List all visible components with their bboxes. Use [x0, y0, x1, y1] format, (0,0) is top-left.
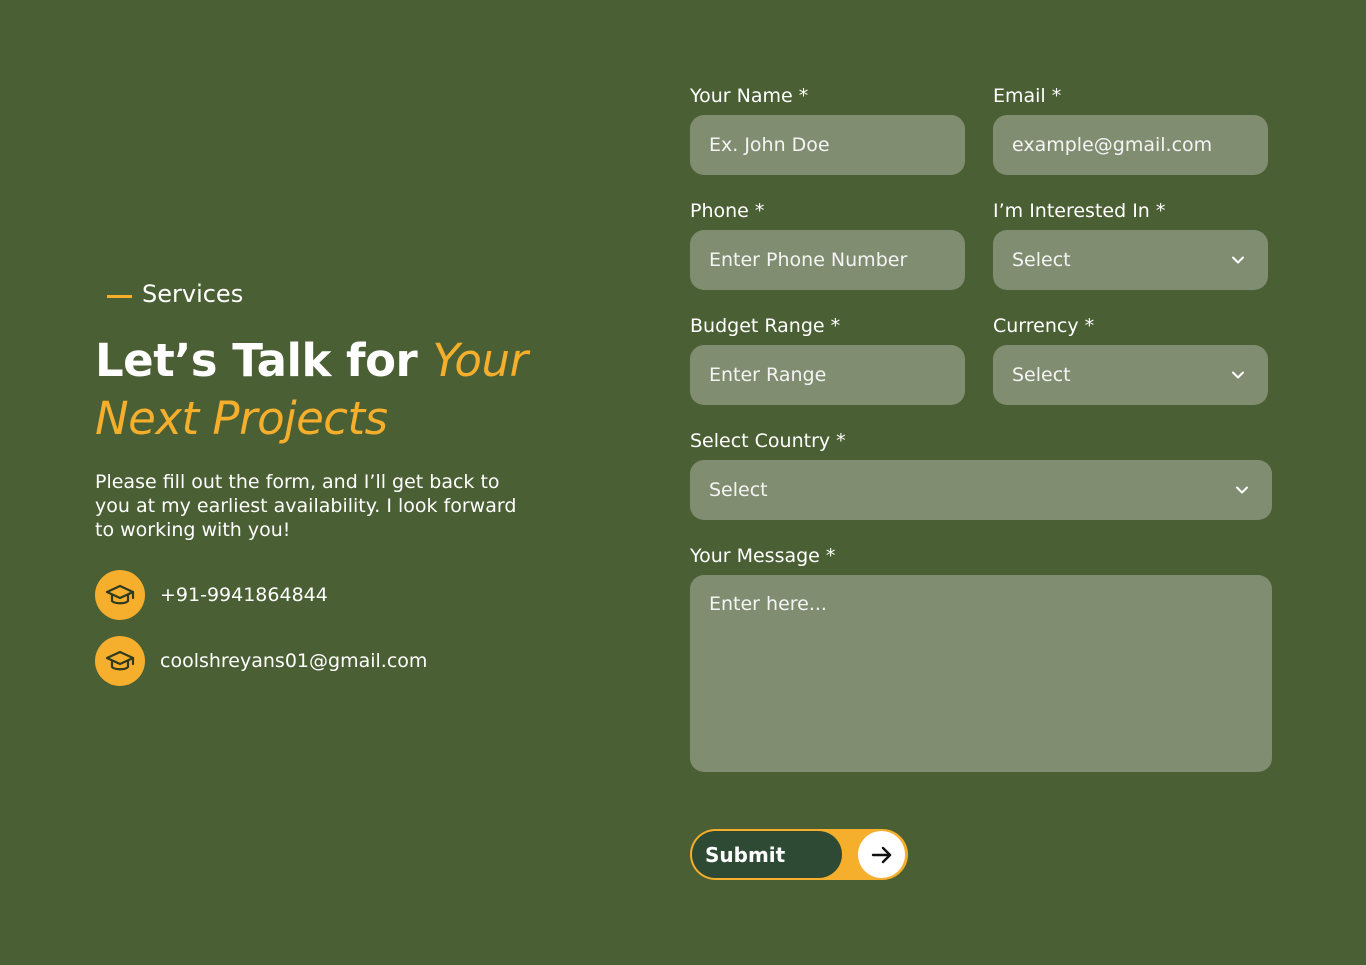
currency-label: Currency *	[993, 315, 1095, 337]
currency-value: Select	[1012, 364, 1071, 386]
eyebrow-dash	[107, 294, 132, 298]
phone-input[interactable]: Enter Phone Number	[690, 230, 965, 290]
phone-field-group: Phone * Enter Phone Number	[690, 195, 965, 290]
eyebrow-label: Services	[142, 280, 244, 308]
message-label: Your Message *	[690, 545, 836, 567]
chevron-down-icon	[1236, 486, 1248, 494]
message-textarea[interactable]: Enter here...	[690, 575, 1272, 772]
country-field-group: Select Country * Select	[690, 425, 1272, 520]
arrow-right-icon	[858, 831, 905, 878]
name-input[interactable]: Ex. John Doe	[690, 115, 965, 175]
budget-placeholder: Enter Range	[709, 364, 827, 386]
contact-form: Your Name * Ex. John Doe Email * example…	[690, 80, 1272, 792]
contact-phone-text: +91-9941864844	[160, 584, 328, 606]
name-label: Your Name *	[690, 85, 809, 107]
headline-white: Let’s Talk for	[95, 334, 433, 387]
page-title: Let’s Talk for Your Next Projects	[95, 332, 555, 448]
form-row-2: Phone * Enter Phone Number I’m Intereste…	[690, 195, 1272, 290]
interest-value: Select	[1012, 249, 1071, 271]
currency-select[interactable]: Select	[993, 345, 1268, 405]
phone-placeholder: Enter Phone Number	[709, 249, 908, 271]
intro-section: Services Let’s Talk for Your Next Projec…	[95, 278, 555, 686]
submit-label: Submit	[692, 831, 842, 878]
message-field-group: Your Message * Enter here...	[690, 540, 1272, 772]
budget-field-group: Budget Range * Enter Range	[690, 310, 965, 405]
form-row-1: Your Name * Ex. John Doe Email * example…	[690, 80, 1272, 175]
submit-button[interactable]: Submit	[690, 829, 908, 880]
email-input[interactable]: example@gmail.com	[993, 115, 1268, 175]
email-field-group: Email * example@gmail.com	[993, 80, 1268, 175]
headline-accent-2: Next Projects	[95, 392, 388, 445]
chevron-down-icon	[1232, 371, 1244, 379]
phone-label: Phone *	[690, 200, 765, 222]
intro-description: Please fill out the form, and I’ll get b…	[95, 471, 517, 541]
contact-email-text: coolshreyans01@gmail.com	[160, 650, 428, 672]
chevron-down-icon	[1232, 256, 1244, 264]
interest-field-group: I’m Interested In * Select	[993, 195, 1268, 290]
budget-label: Budget Range *	[690, 315, 841, 337]
graduation-cap-icon	[95, 570, 145, 620]
interest-select[interactable]: Select	[993, 230, 1268, 290]
country-label: Select Country *	[690, 430, 846, 452]
graduation-cap-icon	[95, 636, 145, 686]
headline-accent-1: Your	[432, 334, 528, 387]
name-field-group: Your Name * Ex. John Doe	[690, 80, 965, 175]
budget-input[interactable]: Enter Range	[690, 345, 965, 405]
form-row-5: Your Message * Enter here...	[690, 540, 1272, 772]
currency-field-group: Currency * Select	[993, 310, 1268, 405]
name-placeholder: Ex. John Doe	[709, 134, 830, 156]
interest-label: I’m Interested In *	[993, 200, 1166, 222]
contact-email[interactable]: coolshreyans01@gmail.com	[95, 636, 555, 686]
country-select[interactable]: Select	[690, 460, 1272, 520]
form-row-3: Budget Range * Enter Range Currency * Se…	[690, 310, 1272, 405]
country-value: Select	[709, 479, 768, 501]
email-placeholder: example@gmail.com	[1012, 134, 1213, 156]
email-label: Email *	[993, 85, 1062, 107]
form-row-4: Select Country * Select	[690, 425, 1272, 520]
contact-phone[interactable]: +91-9941864844	[95, 570, 555, 620]
message-placeholder: Enter here...	[709, 593, 827, 615]
eyebrow: Services	[107, 278, 555, 310]
